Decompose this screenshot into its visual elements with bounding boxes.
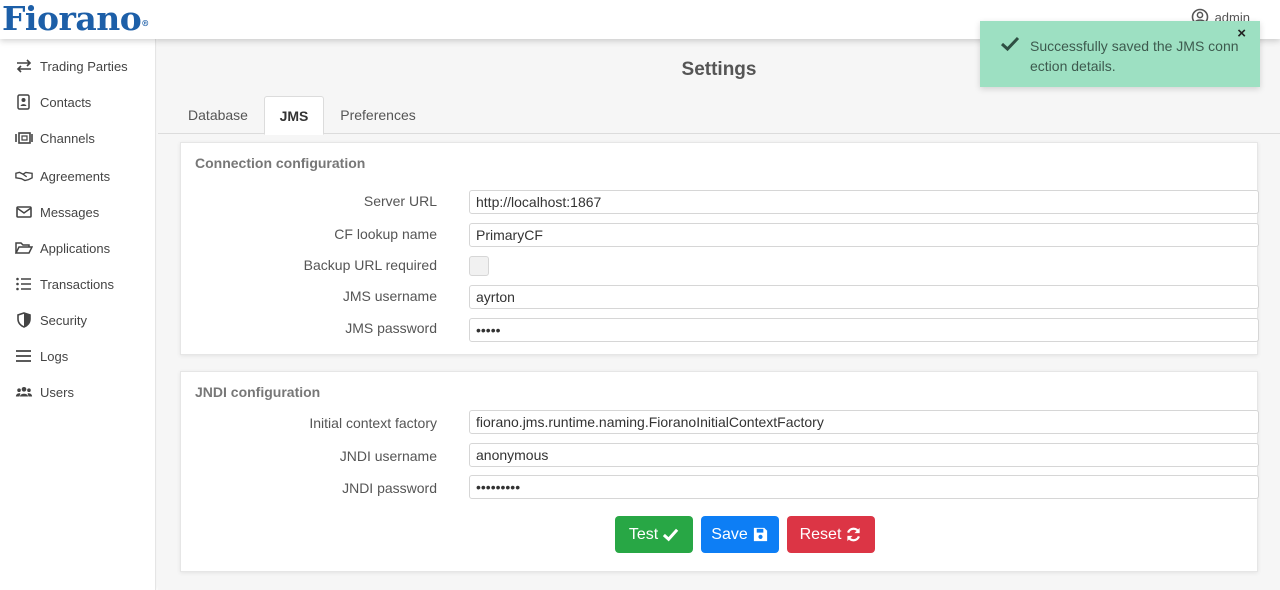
list-icon: [16, 277, 31, 291]
toast-message: Successfully saved the JMS connection de…: [1030, 38, 1239, 74]
logo-text: Fiorano: [2, 0, 142, 38]
sidebar-item-transactions[interactable]: Transactions: [15, 274, 114, 294]
check-icon: [1000, 36, 1020, 52]
initial-context-factory-input[interactable]: fiorano.jms.runtime.naming.FioranoInitia…: [469, 410, 1259, 434]
server-url-label: Server URL: [363, 193, 437, 209]
success-toast: Successfully saved the JMS connection de…: [980, 21, 1260, 87]
tab-jms[interactable]: JMS: [264, 96, 324, 135]
sidebar-item-trading-parties[interactable]: Trading Parties: [15, 56, 128, 76]
sidebar-item-label: Applications: [40, 240, 111, 256]
connection-configuration-title: Connection configuration: [195, 155, 366, 171]
jms-username-label: JMS username: [342, 288, 437, 304]
test-button[interactable]: Test: [615, 516, 693, 553]
save-button[interactable]: Save: [701, 516, 779, 553]
jndi-username-input[interactable]: anonymous: [469, 443, 1259, 467]
logo-reg-mark: ®: [141, 18, 149, 28]
sidebar-item-channels[interactable]: Channels: [15, 128, 95, 148]
channel-icon: [15, 132, 33, 144]
sidebar-item-applications[interactable]: Applications: [15, 238, 110, 258]
floppy-disk-icon: [753, 527, 767, 542]
jndi-configuration-title: JNDI configuration: [195, 384, 321, 400]
envelope-icon: [16, 206, 32, 218]
server-url-input[interactable]: http://localhost:1867: [469, 190, 1259, 214]
refresh-icon: [847, 527, 861, 542]
save-button-label: Save: [711, 525, 748, 543]
sidebar-item-users[interactable]: Users: [15, 382, 74, 402]
bars-icon: [16, 350, 31, 362]
jms-password-label: JMS password: [345, 320, 437, 336]
settings-tabs: Database JMS Preferences: [158, 96, 1280, 135]
cf-lookup-name-input[interactable]: PrimaryCF: [469, 223, 1259, 247]
address-card-icon: [17, 94, 30, 110]
sidebar-item-label: Contacts: [40, 94, 92, 110]
sidebar-item-messages[interactable]: Messages: [15, 202, 99, 222]
sidebar-item-label: Security: [40, 312, 87, 328]
initial-context-factory-label: Initial context factory: [309, 415, 437, 431]
jndi-password-input[interactable]: •••••••••: [469, 475, 1259, 499]
users-icon: [15, 386, 33, 397]
jms-password-input[interactable]: •••••: [469, 318, 1259, 342]
sidebar-item-label: Messages: [40, 204, 100, 220]
jms-username-input[interactable]: ayrton: [469, 285, 1259, 309]
arrows-exchange-icon: [16, 59, 32, 73]
sidebar-item-agreements[interactable]: Agreements: [15, 166, 110, 186]
connection-configuration-card: Connection configuration Server URL http…: [180, 142, 1259, 355]
cf-lookup-name-label: CF lookup name: [334, 226, 437, 242]
main-content: Settings Database JMS Preferences Connec…: [158, 39, 1280, 590]
folder-open-icon: [15, 242, 33, 254]
sidebar-item-label: Channels: [40, 130, 95, 146]
tab-database[interactable]: Database: [176, 96, 260, 134]
sidebar-item-security[interactable]: Security: [15, 310, 87, 330]
backup-url-required-label: Backup URL required: [303, 257, 437, 273]
sidebar-item-label: Transactions: [40, 276, 114, 292]
handshake-icon: [15, 171, 33, 182]
toast-close-button[interactable]: ×: [1237, 25, 1246, 42]
sidebar-item-label: Trading Parties: [40, 58, 128, 74]
shield-icon: [17, 312, 31, 328]
jndi-username-label: JNDI username: [339, 448, 437, 464]
test-button-label: Test: [628, 525, 659, 543]
sidebar-item-contacts[interactable]: Contacts: [15, 92, 91, 112]
jndi-password-label: JNDI password: [342, 480, 437, 496]
reset-button[interactable]: Reset: [787, 516, 875, 553]
tab-preferences[interactable]: Preferences: [330, 96, 426, 134]
reset-button-label: Reset: [799, 525, 842, 543]
sidebar-item-logs[interactable]: Logs: [15, 346, 68, 366]
sidebar: Trading Parties Contacts Channels Agreem…: [0, 39, 156, 590]
sidebar-item-label: Logs: [40, 348, 69, 364]
sidebar-item-label: Users: [40, 384, 74, 400]
backup-url-required-checkbox[interactable]: [469, 256, 489, 276]
check-icon: [663, 528, 679, 542]
jndi-configuration-card: JNDI configuration Initial context facto…: [180, 371, 1259, 572]
fiorano-logo[interactable]: Fiorano®: [2, 2, 149, 36]
sidebar-item-label: Agreements: [40, 168, 111, 184]
